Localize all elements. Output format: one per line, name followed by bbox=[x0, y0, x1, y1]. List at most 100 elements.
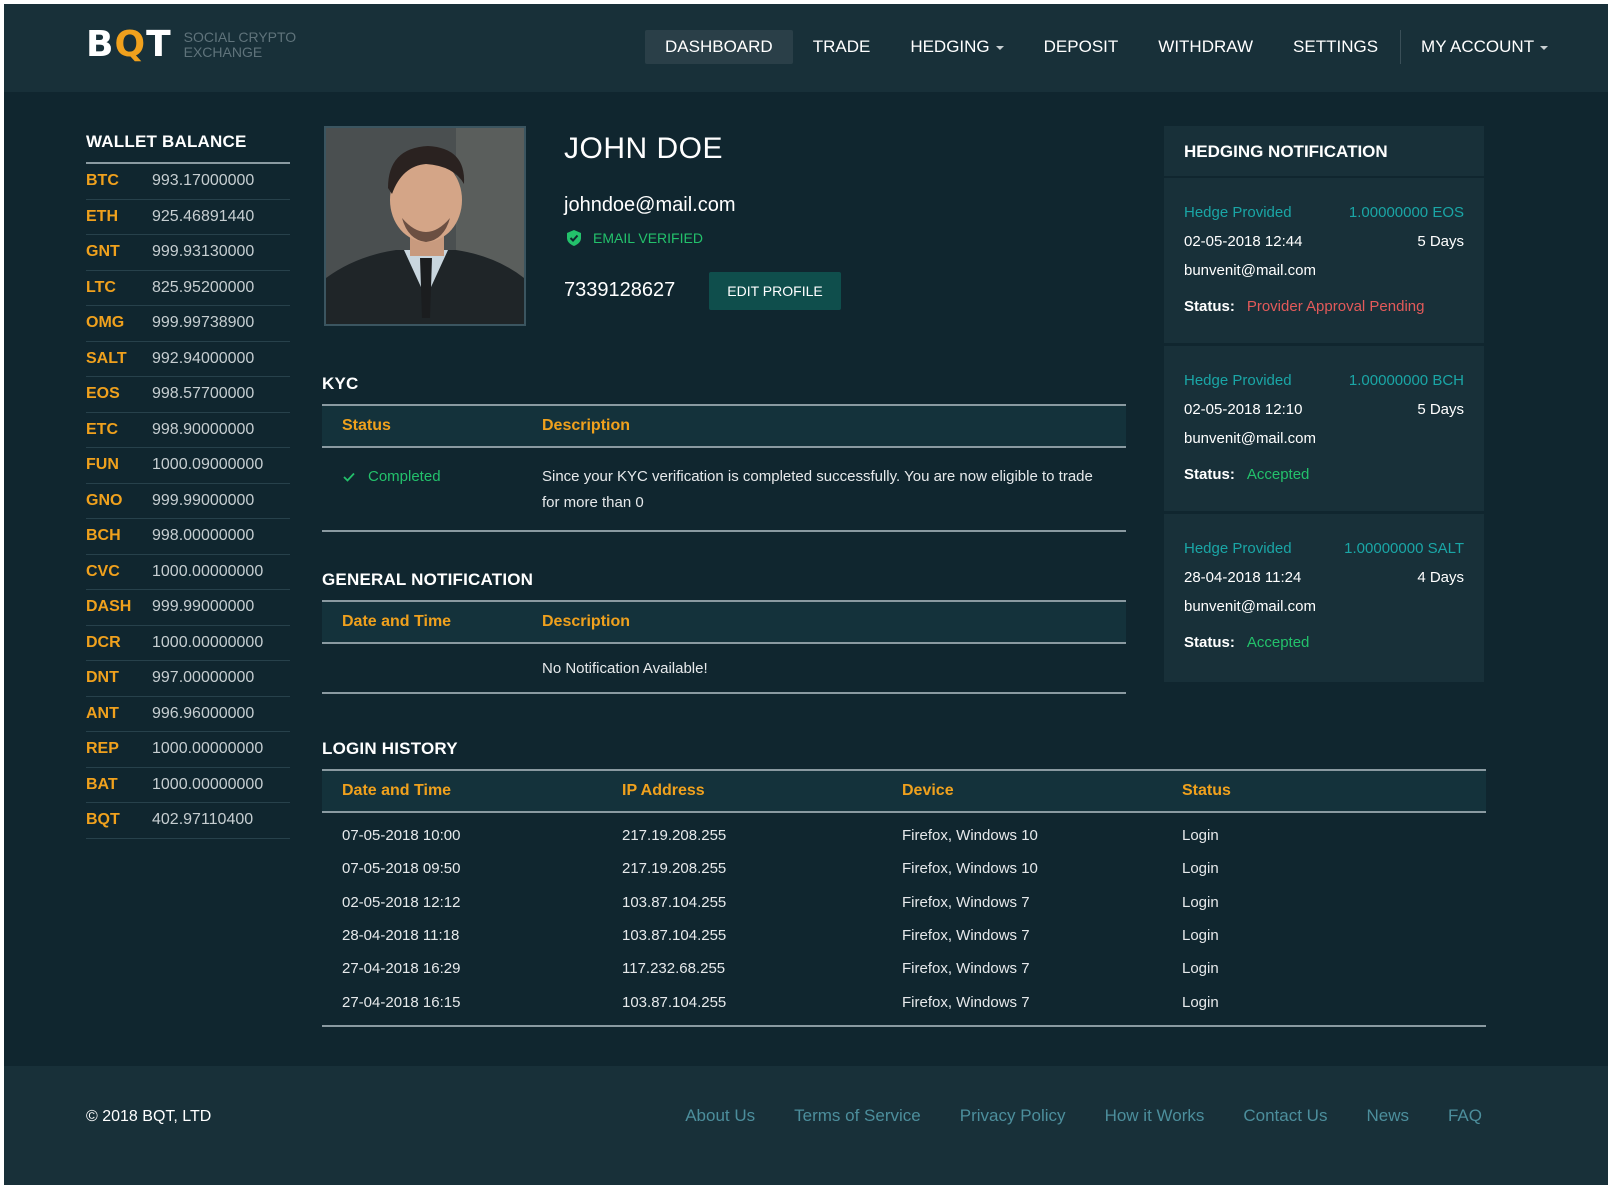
wallet-amount: 825.95200000 bbox=[152, 278, 255, 296]
wallet-amount: 996.96000000 bbox=[152, 704, 255, 722]
login-ip: 103.87.104.255 bbox=[622, 927, 727, 945]
hedge-line-email: bunvenit@mail.com bbox=[1184, 592, 1464, 621]
login-device: Firefox, Windows 10 bbox=[902, 860, 1038, 878]
hedge-email: bunvenit@mail.com bbox=[1184, 430, 1316, 447]
wallet-symbol: BQT bbox=[86, 811, 120, 829]
hedge-amount: 1.00000000 BCH bbox=[1348, 372, 1464, 389]
hedge-email: bunvenit@mail.com bbox=[1184, 598, 1316, 615]
general-notification-table: Date and Time Description No Notificatio… bbox=[322, 600, 1126, 694]
profile-email: johndoe@mail.com bbox=[564, 194, 736, 216]
general-notification-section: GENERAL NOTIFICATION Date and Time Descr… bbox=[322, 570, 1126, 694]
footer-link-terms[interactable]: Terms of Service bbox=[794, 1106, 921, 1126]
hedge-amount: 1.00000000 SALT bbox=[1344, 540, 1464, 557]
wallet-amount: 1000.00000000 bbox=[152, 562, 264, 580]
wallet-row-dnt: DNT 997.00000000 bbox=[86, 661, 290, 697]
login-ip: 217.19.208.255 bbox=[622, 860, 727, 878]
hedge-status-label: Status: bbox=[1184, 634, 1235, 651]
wallet-row-btc: BTC 993.17000000 bbox=[86, 164, 290, 200]
footer-link-how-it-works[interactable]: How it Works bbox=[1105, 1106, 1205, 1126]
chevron-down-icon bbox=[1540, 45, 1549, 50]
login-status: Login bbox=[1182, 960, 1219, 978]
hedge-status-value: Accepted bbox=[1246, 466, 1310, 483]
footer-link-faq[interactable]: FAQ bbox=[1448, 1106, 1482, 1126]
hedge-line-email: bunvenit@mail.com bbox=[1184, 256, 1464, 285]
profile-phone: 7339128627 bbox=[564, 279, 676, 301]
edit-profile-button[interactable]: EDIT PROFILE bbox=[709, 272, 841, 310]
footer-link-about[interactable]: About Us bbox=[685, 1106, 755, 1126]
check-icon bbox=[343, 472, 355, 482]
hedge-amount: 1.00000000 EOS bbox=[1348, 204, 1464, 221]
wallet-list: BTC 993.17000000 ETH 925.46891440 GNT 999.931… bbox=[86, 164, 290, 839]
wallet-row-dash: DASH 999.99000000 bbox=[86, 590, 290, 626]
wallet-symbol: ANT bbox=[86, 704, 119, 722]
wallet-symbol: SALT bbox=[86, 349, 127, 367]
nav-settings[interactable]: SETTINGS bbox=[1273, 30, 1398, 64]
wallet-row-eos: EOS 998.57700000 bbox=[86, 377, 290, 413]
wallet-amount: 1000.00000000 bbox=[152, 775, 264, 793]
wallet-row-omg: OMG 999.99738900 bbox=[86, 306, 290, 342]
wallet-symbol: EOS bbox=[86, 385, 120, 403]
hedge-card[interactable]: Hedge Provided 1.00000000 EOS 02-05-2018 1… bbox=[1164, 178, 1484, 346]
hedge-card[interactable]: Hedge Provided 1.00000000 SALT 28-04-2018 … bbox=[1164, 514, 1484, 682]
wallet-row-etc: ETC 998.90000000 bbox=[86, 413, 290, 448]
wallet-row-rep: REP 1000.00000000 bbox=[86, 732, 290, 768]
logo-tagline: SOCIAL CRYPTO EXCHANGE bbox=[183, 29, 297, 60]
wallet-symbol: BTC bbox=[86, 172, 119, 190]
hedge-email: bunvenit@mail.com bbox=[1184, 262, 1316, 279]
nav-trade[interactable]: TRADE bbox=[793, 30, 891, 64]
nav-my-account[interactable]: MY ACCOUNT bbox=[1401, 30, 1568, 64]
login-ip: 117.232.68.255 bbox=[622, 960, 726, 978]
wallet-row-eth: ETH 925.46891440 bbox=[86, 200, 290, 235]
hedge-card[interactable]: Hedge Provided 1.00000000 BCH 02-05-2018 1… bbox=[1164, 346, 1484, 514]
wallet-symbol: DCR bbox=[86, 633, 121, 651]
copyright: © 2018 BQT, LTD bbox=[86, 1108, 212, 1125]
wallet-symbol: CVC bbox=[86, 562, 120, 580]
nav-withdraw[interactable]: WITHDRAW bbox=[1138, 30, 1273, 64]
footer-link-contact[interactable]: Contact Us bbox=[1243, 1106, 1327, 1126]
hedge-type: Hedge Provided bbox=[1184, 540, 1292, 557]
login-history-header: Date and Time IP Address Device Status bbox=[322, 769, 1486, 813]
kyc-description: Since your KYC verification is completed… bbox=[542, 468, 1093, 511]
footer-link-news[interactable]: News bbox=[1366, 1106, 1409, 1126]
kyc-table: Status Description Completed Since your … bbox=[322, 404, 1126, 532]
wallet-amount: 999.99738900 bbox=[152, 314, 255, 332]
nav-deposit[interactable]: DEPOSIT bbox=[1024, 30, 1139, 64]
login-datetime: 02-05-2018 12:12 bbox=[342, 893, 461, 911]
wallet-symbol: DASH bbox=[86, 598, 132, 616]
general-notification-header: Date and Time Description bbox=[322, 600, 1126, 644]
nav-hedging[interactable]: HEDGING bbox=[890, 30, 1023, 64]
hedge-datetime: 28-04-2018 11:24 bbox=[1184, 569, 1302, 586]
kyc-section: KYC Status Description Completed Since y… bbox=[322, 374, 1126, 532]
hedge-line-type: Hedge Provided 1.00000000 SALT bbox=[1184, 534, 1464, 563]
login-status: Login bbox=[1182, 893, 1219, 911]
wallet-amount: 402.97110400 bbox=[152, 811, 254, 829]
login-datetime: 27-04-2018 16:29 bbox=[342, 960, 461, 978]
general-notification-empty-row: No Notification Available! bbox=[322, 644, 1126, 692]
wallet-row-gno: GNO 999.99000000 bbox=[86, 484, 290, 519]
login-col-device: Device bbox=[902, 782, 954, 799]
nav-dashboard[interactable]: DASHBOARD bbox=[645, 30, 793, 64]
wallet-symbol: FUN bbox=[86, 456, 119, 474]
kyc-status-completed: Completed bbox=[342, 464, 542, 490]
wallet-symbol: ETH bbox=[86, 207, 118, 225]
email-verified-badge: EMAIL VERIFIED bbox=[565, 229, 703, 247]
wallet-row-fun: FUN 1000.09000000 bbox=[86, 448, 290, 484]
login-device: Firefox, Windows 7 bbox=[902, 893, 1030, 911]
logo[interactable]: BQT SOCIAL CRYPTO EXCHANGE bbox=[86, 24, 296, 66]
login-history-section: LOGIN HISTORY Date and Time IP Address D… bbox=[322, 739, 1486, 1027]
hedging-notification-panel: HEDGING NOTIFICATION Hedge Provided 1.000… bbox=[1164, 126, 1484, 682]
wallet-symbol: REP bbox=[86, 740, 119, 758]
hedge-status-label: Status: bbox=[1184, 298, 1235, 315]
hedging-notification-title: HEDGING NOTIFICATION bbox=[1164, 126, 1484, 178]
wallet-symbol: GNO bbox=[86, 491, 123, 509]
login-datetime: 07-05-2018 10:00 bbox=[342, 827, 461, 845]
login-history-row: 02-05-2018 12:12 103.87.104.255 Firefox, W… bbox=[322, 886, 1486, 919]
wallet-amount: 1000.09000000 bbox=[152, 456, 264, 474]
avatar-photo bbox=[326, 128, 524, 324]
hedge-line-date: 02-05-2018 12:10 5 Days bbox=[1184, 395, 1464, 424]
login-datetime: 07-05-2018 09:50 bbox=[342, 860, 461, 878]
hedge-line-type: Hedge Provided 1.00000000 BCH bbox=[1184, 366, 1464, 395]
login-device: Firefox, Windows 7 bbox=[902, 993, 1030, 1011]
hedge-datetime: 02-05-2018 12:10 bbox=[1184, 401, 1303, 418]
footer-link-privacy[interactable]: Privacy Policy bbox=[960, 1106, 1066, 1126]
